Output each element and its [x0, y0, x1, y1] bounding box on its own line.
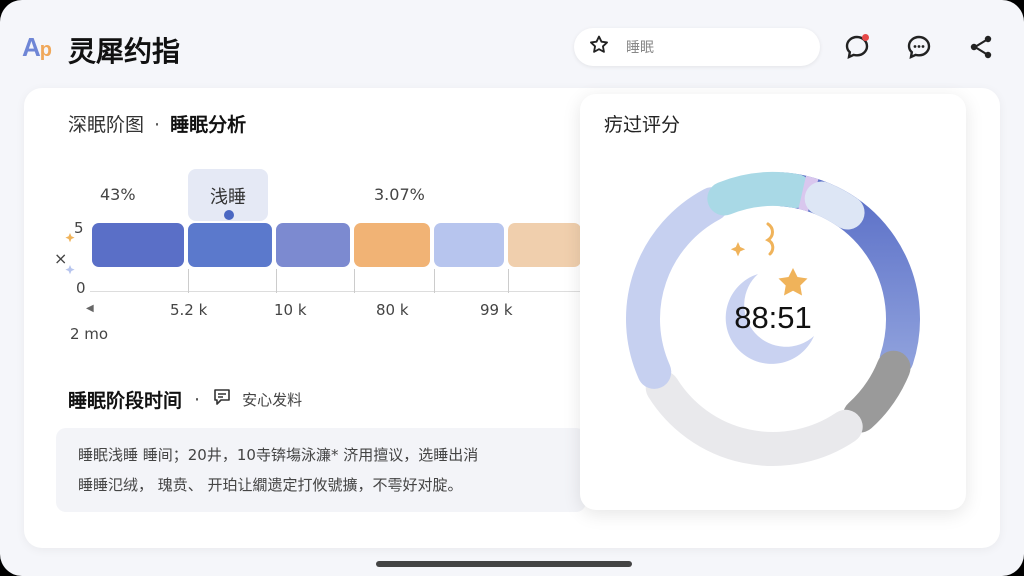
logo-letter-a: A: [22, 32, 41, 62]
tooltip-pin: [224, 210, 234, 220]
logo-letter-p: p: [39, 39, 52, 61]
bar-segment-6[interactable]: [508, 223, 581, 267]
chat-icon: [907, 35, 931, 60]
ring-segment-5: [707, 172, 813, 216]
y-axis-sparkles: [56, 233, 84, 285]
note-line-1: 睡眠浅睡 睡间；20井，10寺锛塲泳濂* 济用擅议，选睡出消: [78, 446, 479, 464]
x-gridline-1: [188, 269, 189, 293]
x-gridline-2: [276, 269, 277, 293]
star-icon: [588, 34, 610, 60]
bar-segment-5[interactable]: [434, 223, 504, 267]
x-tick-2: 10 k: [274, 301, 307, 319]
breadcrumb-parent[interactable]: 深眠阶图: [68, 114, 144, 136]
bar-segment-3[interactable]: [276, 223, 350, 267]
sparkle-icon-2: [65, 265, 75, 275]
ring-segment-3: [645, 370, 863, 466]
breadcrumb-separator: ·: [154, 114, 161, 136]
note-line-2: 睡睡氾绒， 瑰贲、 开珀让繝遗定打攸號擴，不雩好对腚。: [78, 476, 463, 494]
score-value: 88:51: [734, 300, 812, 335]
app-screen: Ap 灵犀约指 睡眠 深眠阶图 · 睡眠分析 43% 3.07% 浅睡 5 0 …: [0, 0, 1024, 576]
notification-dot: [862, 34, 869, 41]
breadcrumb-current: 睡眠分析: [170, 114, 247, 136]
score-panel: 疠过评分 88:51: [580, 94, 966, 510]
bar-segment-1[interactable]: [92, 223, 184, 267]
percent-label-1: 43%: [100, 185, 136, 204]
section-title: 睡眠阶段时间: [68, 390, 183, 412]
x-tick-3: 80 k: [376, 301, 409, 319]
x-origin-icon: ◀: [86, 303, 94, 314]
share-icon: [970, 35, 992, 59]
x-axis-line: [90, 291, 580, 292]
x-tick-4: 99 k: [480, 301, 513, 319]
score-title: 疠过评分: [604, 114, 681, 136]
app-title: 灵犀约指: [68, 35, 181, 68]
sparkle-accent-icon: [730, 242, 746, 257]
bar-segment-4[interactable]: [354, 223, 430, 267]
sparkle-icon-1: [65, 233, 75, 243]
x-tick-1: 5.2 k: [170, 301, 208, 319]
app-logo: Ap: [22, 32, 52, 63]
section-separator: ·: [194, 388, 201, 411]
search-bar[interactable]: 睡眠: [574, 28, 820, 66]
ring-segment-2: [842, 350, 911, 433]
ring-segment-7: [804, 181, 865, 230]
section-link[interactable]: 安心发料: [242, 389, 302, 410]
sleep-stage-time-header: 睡眠阶段时间 · 安心发料: [68, 386, 302, 413]
messages-button[interactable]: [904, 32, 934, 62]
percent-label-2: 3.07%: [374, 185, 425, 204]
search-query: 睡眠: [626, 40, 654, 56]
breadcrumb: 深眠阶图 · 睡眠分析: [68, 110, 246, 137]
bar-segment-2[interactable]: [188, 223, 272, 267]
ring-segment-4: [626, 187, 729, 389]
sleep-stage-chart: 43% 3.07% 浅睡 5 0 × ◀ 5.2 k 10 k 80 k 99 …: [54, 165, 581, 355]
x-unit-label: 2 mo: [70, 325, 109, 343]
star-accent-icon: [778, 268, 808, 296]
x-gridline-3: [354, 269, 355, 293]
notification-button[interactable]: [842, 32, 872, 62]
header: Ap 灵犀约指 睡眠: [0, 0, 1024, 90]
sleep-note-box: 睡眠浅睡 睡间；20井，10寺锛塲泳濂* 济用擅议，选睡出消 睡睡氾绒， 瑰贲、…: [56, 428, 586, 512]
share-button[interactable]: [966, 32, 996, 62]
swirl-icon: [765, 222, 775, 256]
note-icon: [212, 387, 242, 412]
home-indicator[interactable]: [376, 561, 632, 567]
x-gridline-5: [508, 269, 509, 293]
x-gridline-4: [434, 269, 435, 293]
